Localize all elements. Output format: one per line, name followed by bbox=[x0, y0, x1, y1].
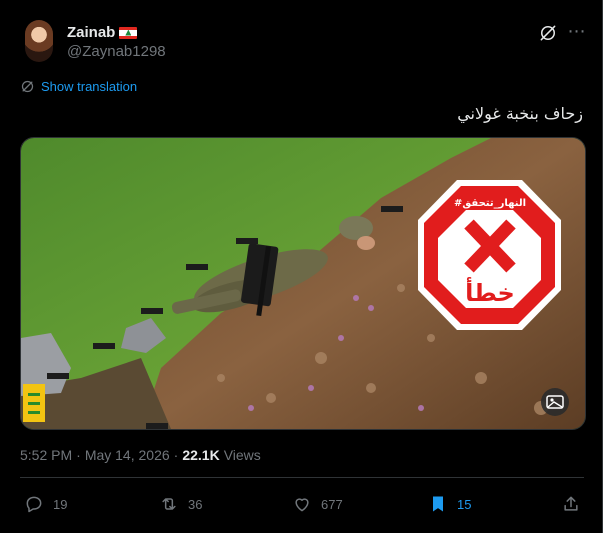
tweet-date[interactable]: May 14, 2026 bbox=[85, 447, 170, 463]
bookmark-button[interactable]: 15 bbox=[428, 494, 471, 514]
stamp-tag: #النهار_تتحقق bbox=[454, 198, 526, 209]
share-icon bbox=[564, 496, 578, 511]
reply-icon bbox=[26, 496, 42, 513]
tweet-card: Zainab @Zaynab1298 ⋯ Show translation زح… bbox=[0, 0, 603, 533]
bookmark-icon bbox=[433, 496, 443, 512]
avatar[interactable] bbox=[25, 20, 53, 62]
image-alt-icon[interactable] bbox=[541, 388, 569, 416]
reply-count: 19 bbox=[53, 496, 68, 512]
reply-button[interactable]: 19 bbox=[24, 494, 67, 514]
views-label: Views bbox=[223, 447, 261, 463]
false-claim-stamp: #النهار_تتحقق خطأ bbox=[418, 180, 561, 330]
tweet-time[interactable]: 5:52 PM bbox=[20, 447, 72, 463]
divider bbox=[20, 477, 584, 478]
tweet-text: زحاف بنخبة غولاني bbox=[457, 104, 583, 123]
bookmark-count: 15 bbox=[457, 496, 472, 512]
translate-icon bbox=[21, 80, 34, 93]
more-options-icon[interactable]: ⋯ bbox=[567, 21, 587, 41]
repost-icon bbox=[162, 498, 176, 510]
show-translation-label[interactable]: Show translation bbox=[41, 79, 137, 94]
heart-icon bbox=[295, 498, 309, 512]
share-button[interactable] bbox=[561, 494, 581, 514]
meta-separator-2: · bbox=[173, 447, 179, 463]
views-count: 22.1K bbox=[182, 447, 220, 463]
meta-separator: · bbox=[76, 447, 81, 463]
repost-count: 36 bbox=[188, 496, 203, 512]
like-button[interactable]: 677 bbox=[292, 494, 343, 514]
repost-button[interactable]: 36 bbox=[159, 494, 202, 514]
author-handle[interactable]: @Zaynab1298 bbox=[67, 43, 166, 60]
author-name[interactable]: Zainab bbox=[67, 24, 115, 41]
action-bar: 19 36 677 15 bbox=[0, 494, 603, 518]
media-photo: #النهار_تتحقق خطأ bbox=[21, 138, 585, 429]
tweet-media[interactable]: #النهار_تتحقق خطأ bbox=[20, 137, 586, 430]
lebanon-flag-icon bbox=[119, 26, 138, 39]
author-name-row[interactable]: Zainab bbox=[67, 24, 138, 41]
tweet-meta: 5:52 PM · May 14, 2026 · 22.1K Views bbox=[20, 447, 261, 463]
grok-icon[interactable] bbox=[538, 23, 558, 43]
stamp-word: خطأ bbox=[465, 277, 515, 307]
like-count: 677 bbox=[321, 496, 343, 512]
show-translation-link[interactable]: Show translation bbox=[20, 79, 137, 94]
